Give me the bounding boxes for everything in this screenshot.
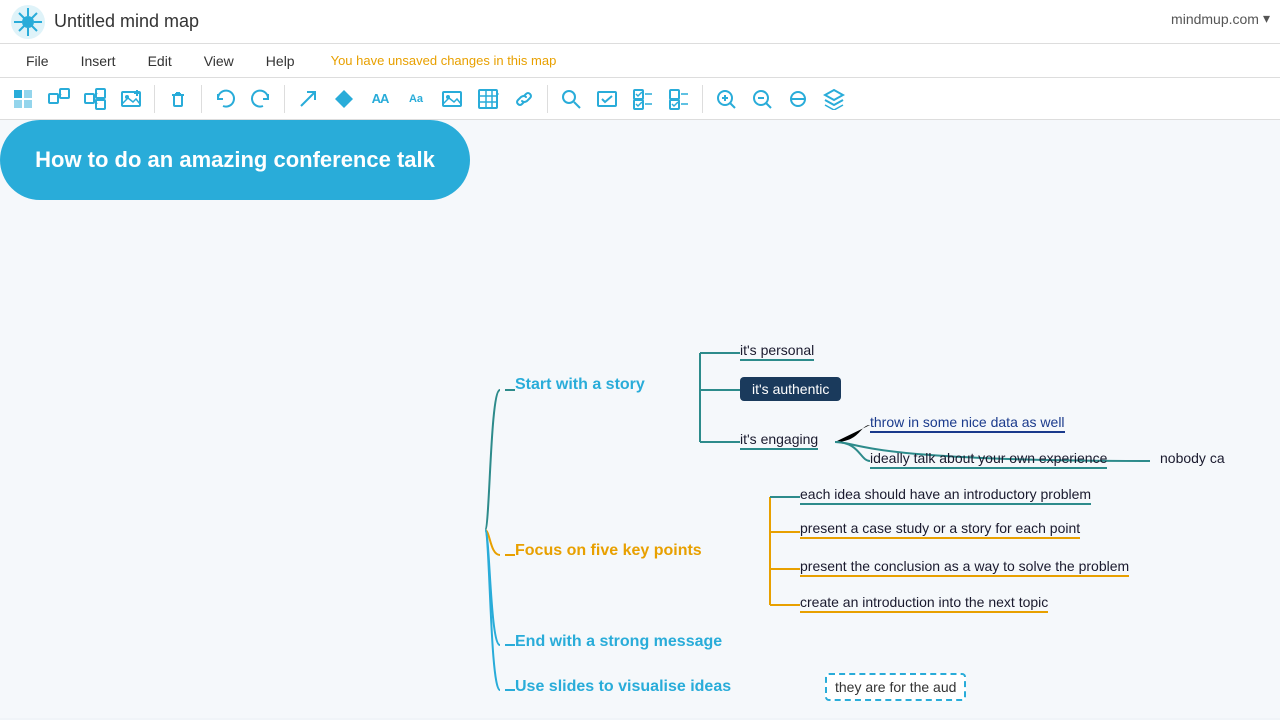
toolbar-separator-4 [547, 85, 548, 113]
node-authentic[interactable]: it's authentic [740, 377, 841, 401]
branch-strong-msg[interactable]: End with a strong message [515, 633, 722, 651]
group-button[interactable] [78, 82, 112, 116]
check2-button[interactable] [626, 82, 660, 116]
branch-slides[interactable]: Use slides to visualise ideas [515, 678, 731, 696]
add-child-button[interactable] [42, 82, 76, 116]
connectors [0, 120, 1280, 718]
insert-image2-button[interactable] [435, 82, 469, 116]
expand-button[interactable] [291, 82, 325, 116]
link-button[interactable] [507, 82, 541, 116]
node-conclusion[interactable]: present the conclusion as a way to solve… [800, 558, 1129, 577]
menu-edit[interactable]: Edit [132, 44, 188, 78]
app-title: Untitled mind map [54, 11, 199, 32]
node-personal[interactable]: it's personal [740, 342, 814, 361]
table-button[interactable] [471, 82, 505, 116]
app-logo [10, 4, 46, 40]
central-node[interactable]: How to do an amazing conference talk [0, 120, 470, 200]
diamond-button[interactable] [327, 82, 361, 116]
fit-button[interactable] [781, 82, 815, 116]
node-intro-problem[interactable]: each idea should have an introductory pr… [800, 486, 1091, 505]
select-tool-button[interactable] [6, 82, 40, 116]
node-next-topic[interactable]: create an introduction into the next top… [800, 594, 1048, 613]
menu-insert[interactable]: Insert [65, 44, 132, 78]
menu-file[interactable]: File [10, 44, 65, 78]
node-engaging[interactable]: it's engaging [740, 431, 818, 450]
delete-button[interactable] [161, 82, 195, 116]
app-header: Untitled mind map mindmup.com ▾ [0, 0, 1280, 44]
menu-help[interactable]: Help [250, 44, 311, 78]
node-own-exp[interactable]: ideally talk about your own experience [870, 450, 1107, 469]
node-for-audience[interactable]: they are for the aud [825, 673, 966, 701]
menubar: File Insert Edit View Help You have unsa… [0, 44, 1280, 78]
canvas[interactable]: How to do an amazing conference talk Sta… [0, 120, 1280, 718]
font-smaller-button[interactable]: Aa [399, 82, 433, 116]
search-button[interactable] [554, 82, 588, 116]
unsaved-message: You have unsaved changes in this map [331, 53, 557, 68]
check1-button[interactable] [590, 82, 624, 116]
toolbar-separator-1 [154, 85, 155, 113]
brand: mindmup.com ▾ [1171, 10, 1270, 27]
toolbar-separator-2 [201, 85, 202, 113]
redo-button[interactable] [244, 82, 278, 116]
node-nobody: nobody ca [1160, 450, 1225, 466]
toolbar-separator-5 [702, 85, 703, 113]
zoom-out-button[interactable] [745, 82, 779, 116]
menu-view[interactable]: View [188, 44, 250, 78]
check3-button[interactable] [662, 82, 696, 116]
branch-five-points[interactable]: Focus on five key points [515, 542, 702, 560]
undo-button[interactable] [208, 82, 242, 116]
toolbar-separator-3 [284, 85, 285, 113]
stacked-button[interactable] [817, 82, 851, 116]
node-case-study[interactable]: present a case study or a story for each… [800, 520, 1080, 539]
branch-story[interactable]: Start with a story [515, 376, 645, 394]
node-nice-data[interactable]: throw in some nice data as well [870, 414, 1065, 433]
insert-image-button[interactable] [114, 82, 148, 116]
font-larger-button[interactable]: AA [363, 82, 397, 116]
zoom-in-button[interactable] [709, 82, 743, 116]
toolbar: AA Aa [0, 78, 1280, 120]
